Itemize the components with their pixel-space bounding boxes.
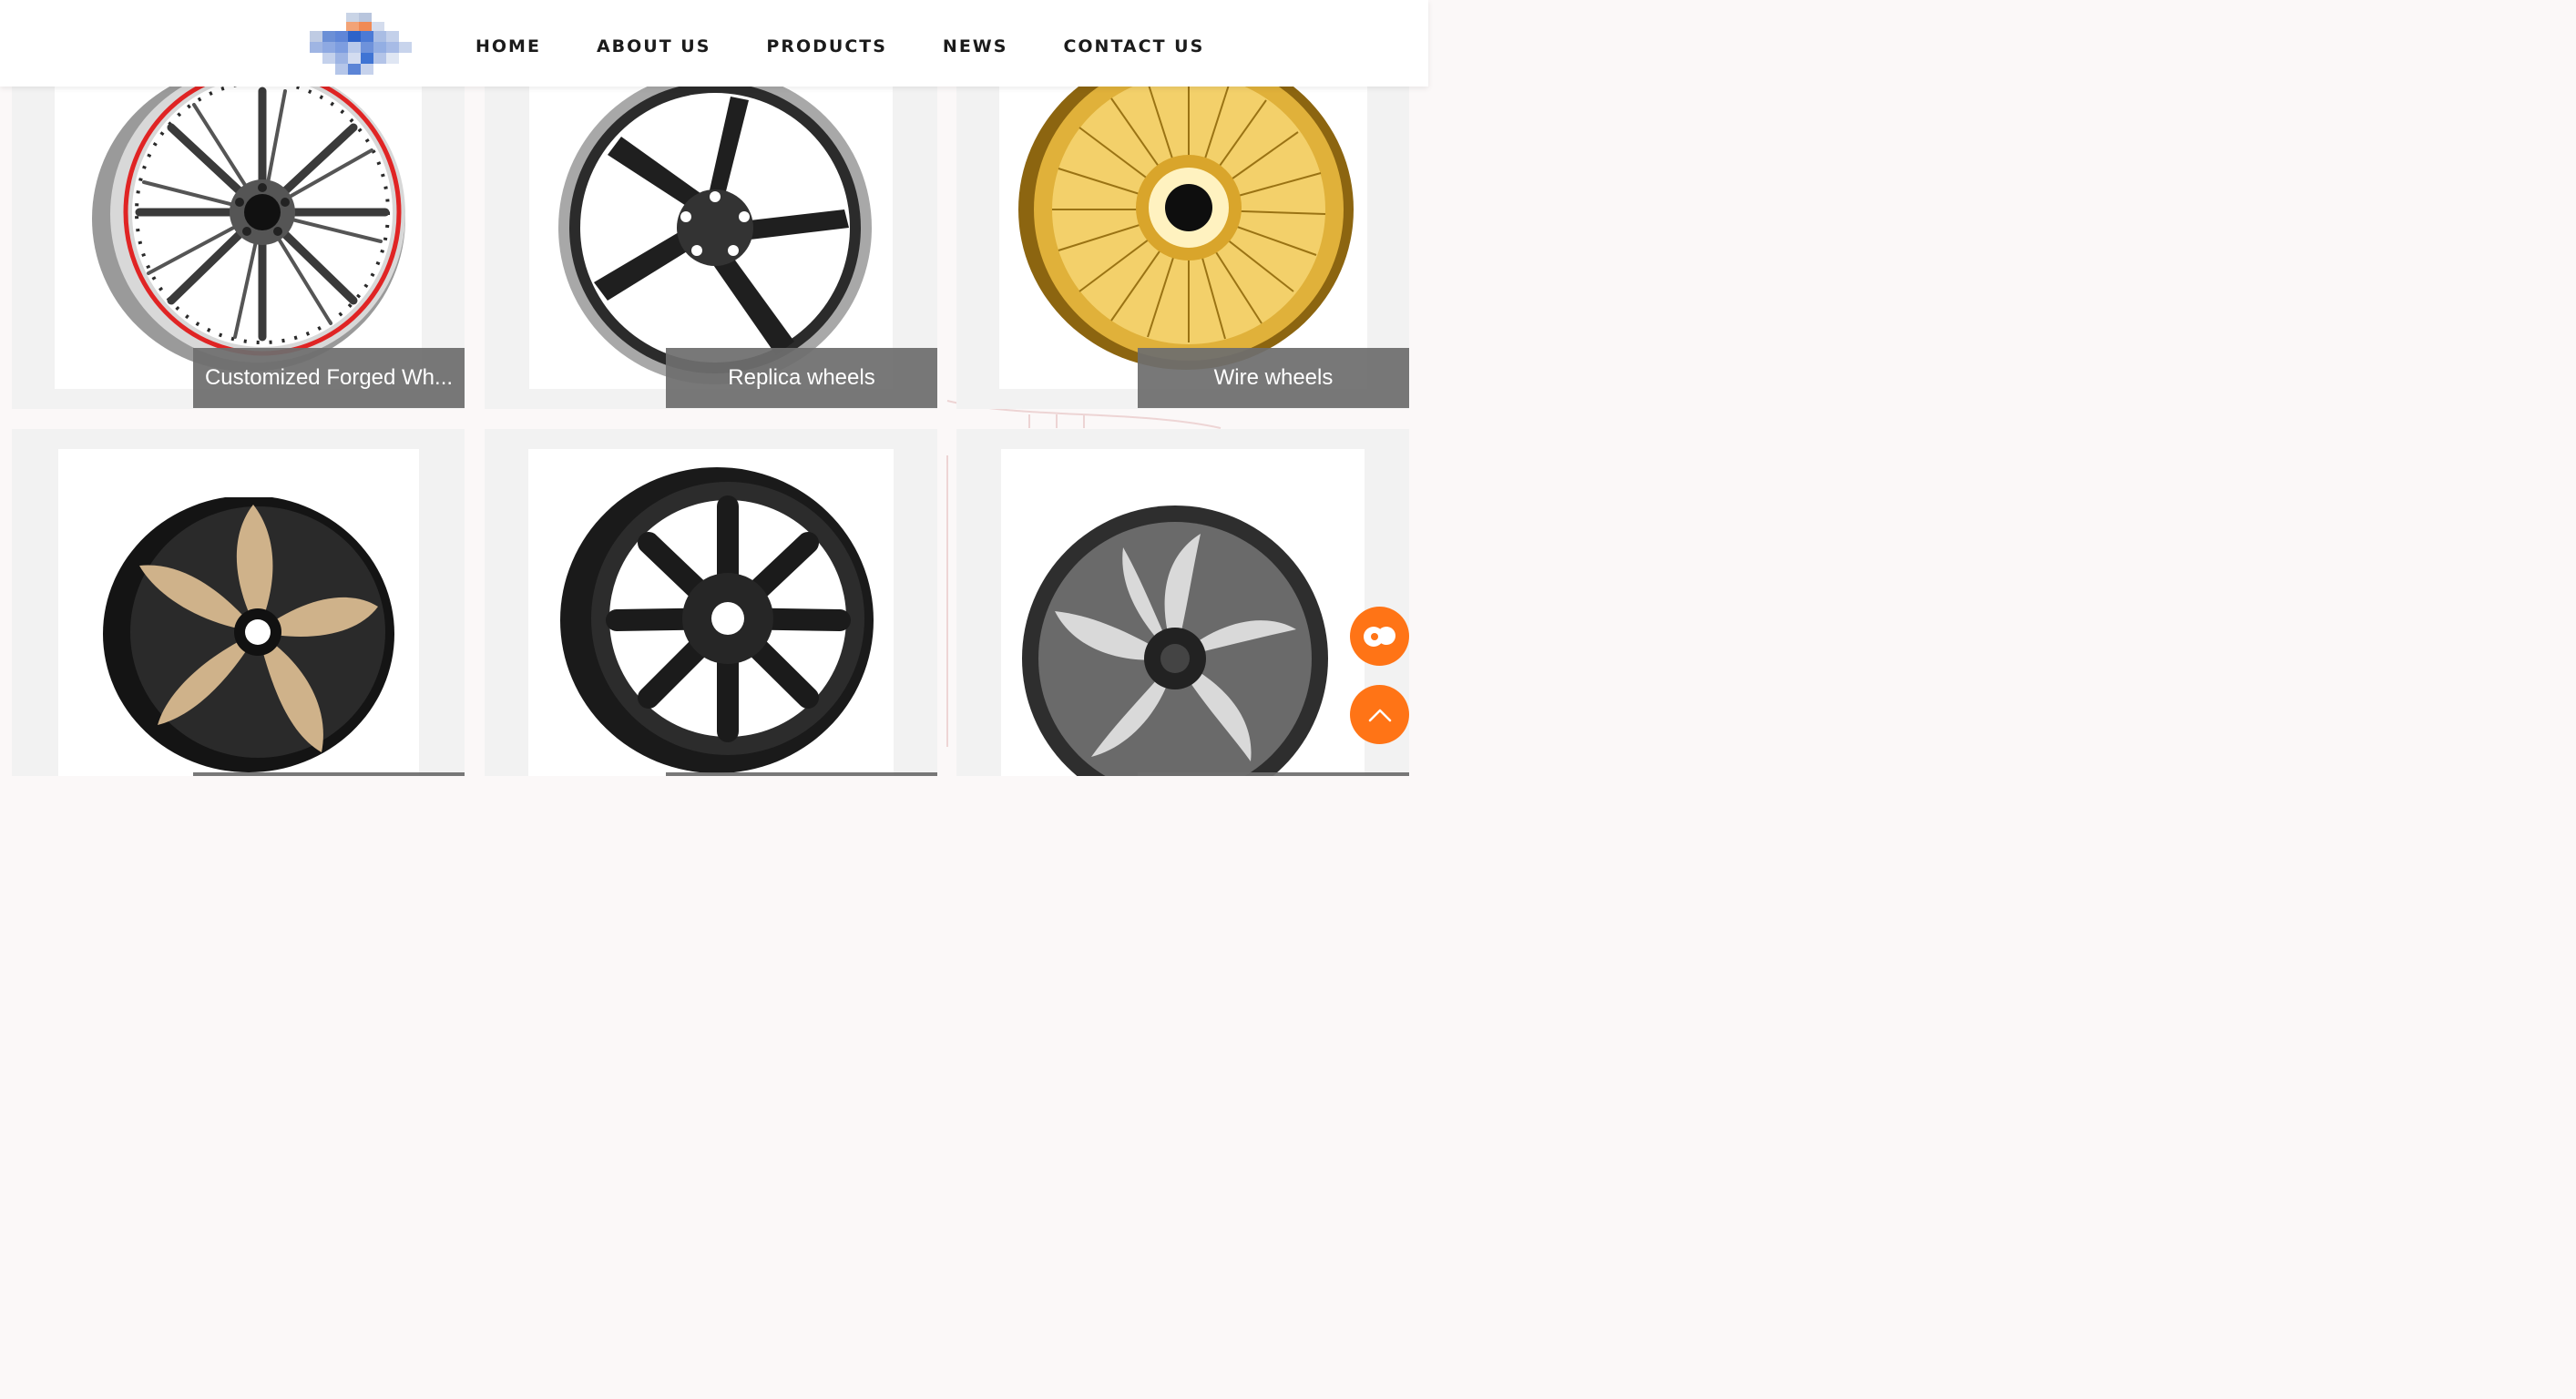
- nav-about-us[interactable]: ABOUT US: [597, 36, 710, 56]
- company-logo[interactable]: [310, 13, 417, 77]
- product-caption[interactable]: [193, 772, 465, 776]
- nav-home[interactable]: HOME: [475, 36, 541, 56]
- nav-contact-us[interactable]: CONTACT US: [1063, 36, 1204, 56]
- product-caption[interactable]: [1138, 772, 1409, 776]
- product-card-offroad-wheel[interactable]: [485, 429, 937, 776]
- product-caption[interactable]: Replica wheels: [666, 348, 937, 408]
- nav-products[interactable]: PRODUCTS: [766, 36, 887, 56]
- product-card-wire-wheels[interactable]: Wire wheels: [956, 64, 1409, 409]
- back-to-top-button[interactable]: [1350, 685, 1409, 744]
- product-card-replica-wheels[interactable]: Replica wheels: [485, 64, 937, 409]
- swirl-wheel-icon: [1022, 505, 1328, 776]
- five-spoke-wheel-icon: [558, 71, 872, 384]
- product-card-alloy-wheel[interactable]: [12, 429, 465, 776]
- product-card-forged-wheels[interactable]: Customized Forged Wh...: [12, 64, 465, 409]
- nav-news[interactable]: NEWS: [943, 36, 1008, 56]
- chat-button[interactable]: [1350, 607, 1409, 666]
- product-caption[interactable]: Wire wheels: [1138, 348, 1409, 408]
- multi-spoke-wheel-icon: [92, 66, 405, 372]
- site-header: HOME ABOUT US PRODUCTS NEWS CONTACT US: [0, 0, 1428, 87]
- main-nav: HOME ABOUT US PRODUCTS NEWS CONTACT US: [475, 36, 1204, 56]
- product-caption[interactable]: [666, 772, 937, 776]
- chat-bubble-icon: [1363, 626, 1395, 647]
- product-card-swirl-wheel[interactable]: [956, 429, 1409, 776]
- product-caption[interactable]: Customized Forged Wh...: [193, 348, 465, 408]
- wire-wheel-icon: [1018, 64, 1354, 370]
- chevron-up-icon: [1368, 709, 1391, 721]
- offroad-wheel-icon: [560, 467, 874, 773]
- gold-black-wheel-icon: [103, 497, 394, 772]
